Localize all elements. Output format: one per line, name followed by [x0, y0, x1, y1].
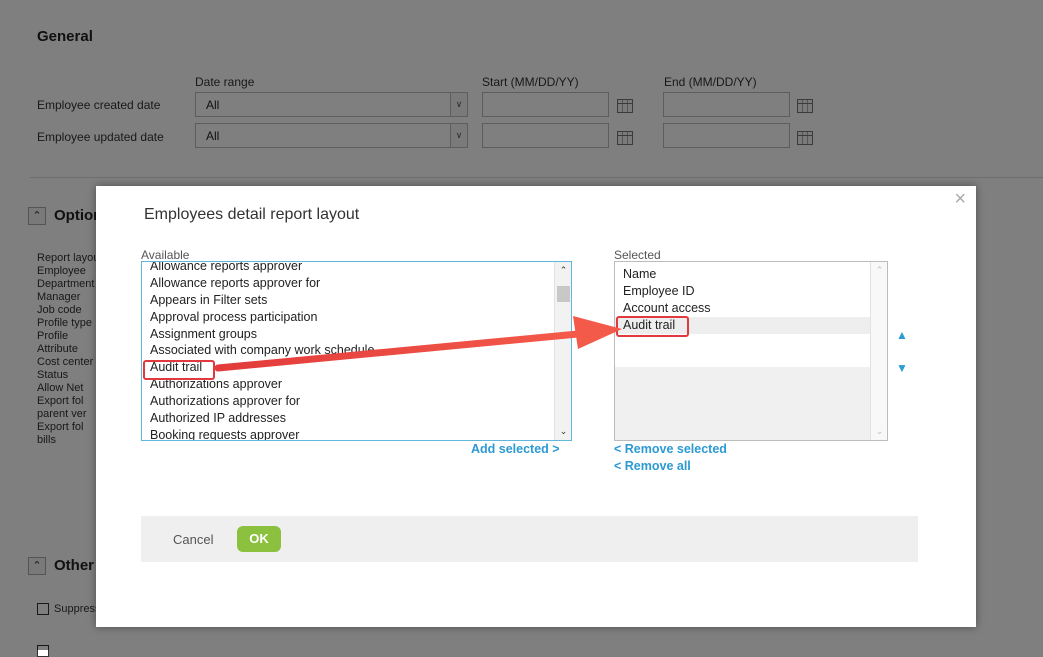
arrow-head: [573, 316, 622, 349]
ok-button[interactable]: OK: [237, 526, 281, 552]
layout-dialog: × Employees detail report layout Availab…: [96, 186, 976, 627]
dialog-footer: Cancel OK: [141, 516, 918, 562]
arrow-shaft: [214, 330, 582, 372]
cancel-button[interactable]: Cancel: [173, 532, 213, 547]
